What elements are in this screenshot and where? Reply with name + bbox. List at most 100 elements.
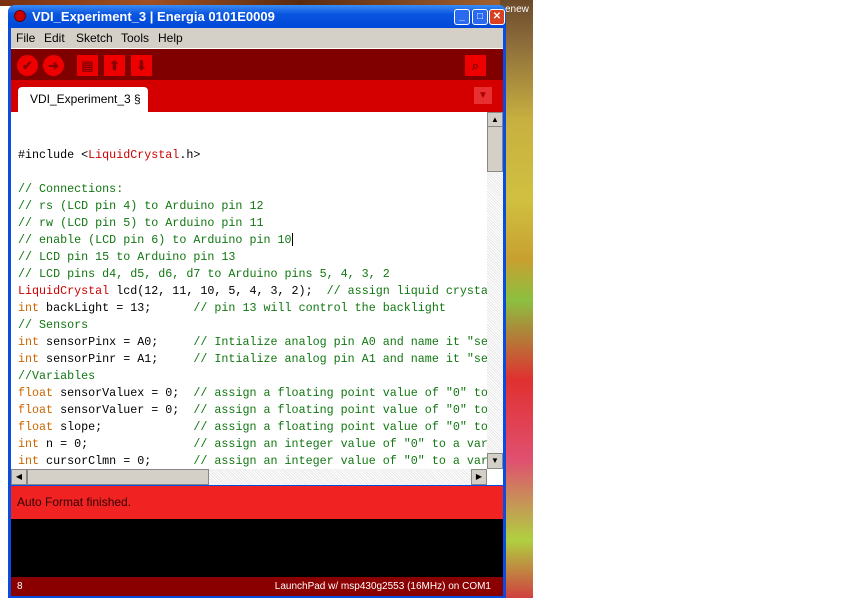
- code-line[interactable]: // rw (LCD pin 5) to Arduino pin 11: [18, 215, 488, 232]
- code-token: float: [18, 386, 54, 400]
- scroll-left-button[interactable]: ◀: [11, 469, 27, 485]
- code-token: sensorValuex = 0;: [53, 386, 194, 400]
- code-token: // LCD pins d4, d5, d6, d7 to Arduino pi…: [18, 267, 390, 281]
- code-token: // Intialize analog pin A0 and name it "…: [193, 335, 488, 349]
- serial-monitor-button[interactable]: ⌕: [465, 55, 486, 76]
- code-token: int: [18, 301, 40, 315]
- energia-window: VDI_Experiment_3 | Energia 0101E0009 _ □…: [8, 5, 506, 598]
- tab-bar: VDI_Experiment_3 § ▼: [11, 80, 503, 112]
- code-token: // pin 13 will control the backlight: [193, 301, 446, 315]
- menu-tools[interactable]: Tools: [121, 28, 149, 48]
- code-token: // rs (LCD pin 4) to Arduino pin 12: [18, 199, 264, 213]
- code-token: // assign an integer value of "0" to a v…: [193, 437, 488, 451]
- code-token: int: [18, 437, 40, 451]
- code-line[interactable]: // rs (LCD pin 4) to Arduino pin 12: [18, 198, 488, 215]
- code-line[interactable]: [18, 130, 488, 147]
- code-line[interactable]: int n = 0; // assign an integer value of…: [18, 436, 488, 453]
- scroll-down-button[interactable]: ▼: [487, 453, 503, 469]
- serial-monitor-icon: ⌕: [471, 58, 480, 73]
- save-icon: ⬇: [136, 58, 147, 73]
- footer-bar: 8 LaunchPad w/ msp430g2553 (16MHz) on CO…: [11, 577, 503, 596]
- menu-file[interactable]: File: [16, 28, 35, 48]
- code-line[interactable]: #include <LiquidCrystal.h>: [18, 147, 488, 164]
- code-line[interactable]: // LCD pin 15 to Arduino pin 13: [18, 249, 488, 266]
- horizontal-scroll-thumb[interactable]: [27, 469, 209, 485]
- code-line[interactable]: LiquidCrystal lcd(12, 11, 10, 5, 4, 3, 2…: [18, 283, 488, 300]
- desktop-icon-label[interactable]: enew: [505, 4, 529, 15]
- code-text[interactable]: #include <LiquidCrystal.h>// Connections…: [18, 130, 488, 468]
- code-token: sensorValuer = 0;: [53, 403, 194, 417]
- code-line[interactable]: int cursorClmn = 0; // assign an integer…: [18, 453, 488, 468]
- code-line[interactable]: // Connections:: [18, 181, 488, 198]
- code-line[interactable]: float sensorValuer = 0; // assign a floa…: [18, 402, 488, 419]
- window-title: VDI_Experiment_3 | Energia 0101E0009: [32, 9, 275, 24]
- code-line[interactable]: float slope; // assign a floating point …: [18, 419, 488, 436]
- code-line[interactable]: // enable (LCD pin 6) to Arduino pin 10: [18, 232, 488, 249]
- minimize-button[interactable]: _: [454, 9, 470, 25]
- vertical-scroll-thumb[interactable]: [487, 126, 503, 172]
- code-token: LiquidCrystal: [88, 148, 180, 162]
- horizontal-scrollbar[interactable]: ◀ ▶: [11, 469, 487, 485]
- verify-button[interactable]: ✔: [17, 55, 38, 76]
- code-line[interactable]: // Sensors: [18, 317, 488, 334]
- code-token: // assign a floating point value of "0" …: [193, 420, 488, 434]
- code-token: LiquidCrystal: [18, 284, 110, 298]
- code-token: n = 0;: [39, 437, 194, 451]
- menu-help[interactable]: Help: [158, 28, 183, 48]
- save-button[interactable]: ⬇: [131, 55, 152, 76]
- upload-button[interactable]: ➜: [43, 55, 64, 76]
- code-editor[interactable]: #include <LiquidCrystal.h>// Connections…: [11, 112, 503, 485]
- vertical-scrollbar[interactable]: ▲ ▼: [487, 112, 503, 469]
- tab-menu-button[interactable]: ▼: [474, 87, 492, 104]
- code-token: // LCD pin 15 to Arduino pin 13: [18, 250, 236, 264]
- verify-icon: ✔: [22, 58, 33, 73]
- code-token: // assign liquid crysta: [326, 284, 488, 298]
- maximize-button[interactable]: □: [472, 9, 488, 25]
- code-token: // assign a floating point value of "0" …: [193, 403, 488, 417]
- triangle-down-icon: ▼: [478, 90, 488, 101]
- code-token: //Variables: [18, 369, 96, 383]
- code-token: slope;: [53, 420, 194, 434]
- code-token: int: [18, 352, 40, 366]
- open-icon: ⬆: [109, 58, 120, 73]
- line-number: 8: [17, 581, 23, 592]
- upload-icon: ➜: [48, 58, 59, 73]
- tab-vdi-experiment-3[interactable]: VDI_Experiment_3 §: [18, 87, 148, 112]
- code-token: cursorClmn = 0;: [39, 454, 194, 468]
- code-line[interactable]: [18, 164, 488, 181]
- toolbar: ✔ ➜ ▤ ⬆ ⬇ ⌕: [11, 48, 503, 80]
- console-output[interactable]: [11, 519, 503, 577]
- new-icon: ▤: [81, 58, 94, 73]
- menu-edit[interactable]: Edit: [44, 28, 65, 48]
- code-token: #include <: [18, 148, 89, 162]
- energia-app-icon: [14, 10, 26, 22]
- new-button[interactable]: ▤: [77, 55, 98, 76]
- code-token: int: [18, 454, 40, 468]
- code-line[interactable]: int sensorPinx = A0; // Intialize analog…: [18, 334, 488, 351]
- code-token: // enable (LCD pin 6) to Arduino pin 10: [18, 233, 292, 247]
- code-line[interactable]: //Variables: [18, 368, 488, 385]
- open-button[interactable]: ⬆: [104, 55, 125, 76]
- code-token: // rw (LCD pin 5) to Arduino pin 11: [18, 216, 264, 230]
- code-token: .h>: [179, 148, 201, 162]
- code-line[interactable]: int sensorPinr = A1; // Intialize analog…: [18, 351, 488, 368]
- scroll-right-button[interactable]: ▶: [471, 469, 487, 485]
- menu-sketch[interactable]: Sketch: [76, 28, 113, 48]
- close-button[interactable]: ✕: [489, 9, 505, 25]
- code-line[interactable]: float sensorValuex = 0; // assign a floa…: [18, 385, 488, 402]
- title-bar[interactable]: VDI_Experiment_3 | Energia 0101E0009 _ □…: [8, 5, 506, 28]
- code-token: sensorPinx = A0;: [39, 335, 194, 349]
- code-token: // Connections:: [18, 182, 124, 196]
- code-line[interactable]: int backLight = 13; // pin 13 will contr…: [18, 300, 488, 317]
- code-token: float: [18, 403, 54, 417]
- code-token: float: [18, 420, 54, 434]
- code-token: int: [18, 335, 40, 349]
- code-line[interactable]: // LCD pins d4, d5, d6, d7 to Arduino pi…: [18, 266, 488, 283]
- code-token: sensorPinr = A1;: [39, 352, 194, 366]
- menu-bar: File Edit Sketch Tools Help: [11, 28, 503, 48]
- code-token: backLight = 13;: [39, 301, 194, 315]
- code-token: // assign an integer value of "0" to a v…: [193, 454, 488, 468]
- text-cursor: [291, 233, 293, 247]
- code-token: // Intialize analog pin A1 and name it "…: [193, 352, 488, 366]
- code-token: lcd(12, 11, 10, 5, 4, 3, 2);: [109, 284, 327, 298]
